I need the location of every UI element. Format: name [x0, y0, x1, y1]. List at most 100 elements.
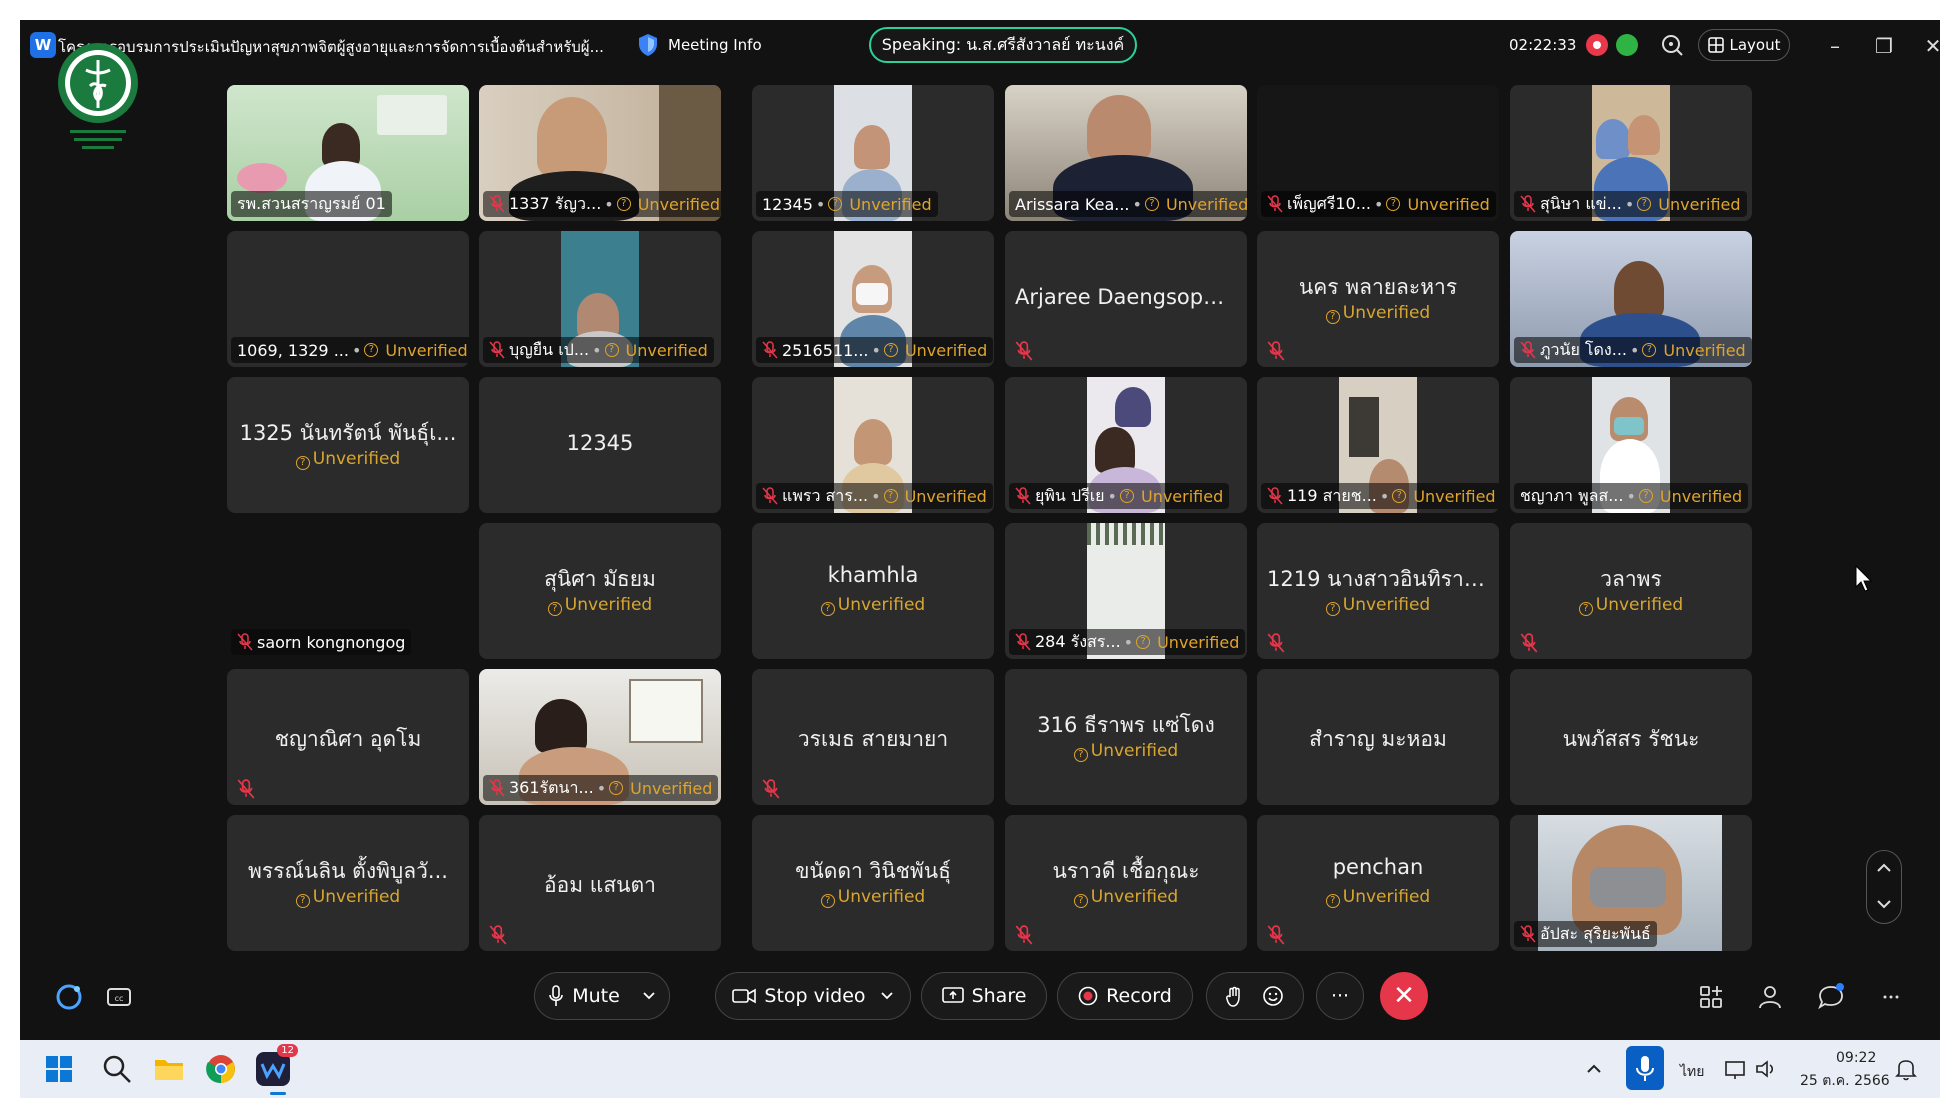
input-language[interactable]: ไทย — [1680, 1061, 1704, 1083]
participant-name-bar: 1069, 1329 ... •? Unverified — [231, 337, 469, 363]
participant-tile[interactable]: ชญาณิศา อุดโม — [227, 669, 469, 805]
leave-meeting-button[interactable]: ✕ — [1380, 972, 1428, 1020]
participant-name: Arissara Kea... — [1015, 194, 1130, 214]
apps-icon[interactable] — [1696, 982, 1726, 1012]
chat-icon[interactable] — [1816, 982, 1846, 1012]
participant-name: สุนิศา มัธยม — [544, 567, 656, 591]
participant-tile[interactable]: สำราญ มะหอม — [1257, 669, 1499, 805]
unverified-label: Unverified — [385, 340, 468, 360]
participant-tile[interactable]: ชญาภา พูลส... •? Unverified — [1510, 377, 1752, 513]
zoom-icon[interactable] — [1660, 33, 1684, 57]
record-button[interactable]: Record — [1057, 972, 1193, 1020]
layout-button[interactable]: Layout — [1698, 29, 1790, 61]
participant-tile[interactable]: 12345 — [479, 377, 721, 513]
recording-icon[interactable] — [1586, 34, 1608, 56]
participant-tile[interactable]: นราวดี เชื้อกุณะ ? Unverified — [1005, 815, 1247, 951]
close-icon[interactable]: ✕ — [1919, 32, 1940, 60]
participant-tile[interactable]: วรเมธ สายมายา — [752, 669, 994, 805]
participant-tile[interactable]: 361รัตนา... •? Unverified — [479, 669, 721, 805]
participant-name-bar: ยุพิน ปรีเย •? Unverified — [1009, 483, 1230, 509]
webex-assistant-icon[interactable] — [54, 982, 84, 1012]
mute-button[interactable]: Mute — [534, 972, 670, 1020]
participant-tile[interactable]: รพ.สวนสราญรมย์ 01 — [227, 85, 469, 221]
participant-tile[interactable]: 1325 นันทรัตน์ พันธุ์เ... ? Unverified — [227, 377, 469, 513]
participant-name-bar: อัปสะ สุริยะพันธ์ — [1514, 921, 1657, 947]
share-button[interactable]: Share — [921, 972, 1047, 1020]
participant-tile[interactable]: สุนิศา มัธยม ? Unverified — [479, 523, 721, 659]
webex-taskbar-icon[interactable]: 12 — [256, 1044, 298, 1086]
volume-icon[interactable] — [1754, 1052, 1778, 1086]
chrome-icon[interactable] — [204, 1052, 238, 1086]
participant-tile[interactable]: ขนัดดา วินิชพันธุ์ ? Unverified — [752, 815, 994, 951]
restore-icon[interactable]: ❐ — [1870, 32, 1898, 60]
microphone-in-use-icon[interactable] — [1626, 1046, 1664, 1090]
participant-tile[interactable]: 1337 รัญว... •? Unverified — [479, 85, 721, 221]
stop-video-label: Stop video — [764, 985, 866, 1007]
file-explorer-icon[interactable] — [152, 1052, 186, 1086]
webex-logo-icon — [260, 1063, 286, 1080]
shield-icon[interactable] — [638, 33, 658, 57]
network-icon[interactable] — [1724, 1052, 1748, 1086]
closed-captions-icon[interactable]: cc — [104, 982, 134, 1012]
stop-video-button[interactable]: Stop video — [715, 972, 911, 1020]
unverified-icon: ? — [1144, 197, 1159, 211]
participant-tile[interactable]: 316 ธีราพร แซ่โดง ? Unverified — [1005, 669, 1247, 805]
unverified-status: ? Unverified — [1257, 595, 1499, 616]
more-icon[interactable] — [1876, 982, 1906, 1012]
meeting-info-link[interactable]: Meeting Info — [668, 36, 762, 54]
participant-name: khamhla — [827, 563, 919, 587]
unverified-label: Unverified — [1342, 303, 1431, 323]
participant-tile[interactable]: สุนิษา แข่... •? Unverified — [1510, 85, 1752, 221]
unverified-label: Unverified — [904, 340, 988, 360]
reactions-icon[interactable] — [1262, 985, 1284, 1007]
participant-tile[interactable]: พรรณ์นลิน ตั้งพิบูลวั... ? Unverified — [227, 815, 469, 951]
chevron-up-icon[interactable] — [1876, 863, 1892, 873]
mic-muted-icon — [1520, 195, 1536, 213]
participants-icon[interactable] — [1756, 982, 1786, 1012]
participant-tile[interactable]: อัปสะ สุริยะพันธ์ — [1510, 815, 1752, 951]
clock-time[interactable]: 09:22 — [1836, 1050, 1876, 1066]
video-camera-icon — [732, 988, 757, 1004]
participant-tile[interactable]: 2516511... •? Unverified — [752, 231, 994, 367]
participant-tile[interactable]: นคร พลายละหาร ? Unverified — [1257, 231, 1499, 367]
unverified-label: Unverified — [1595, 595, 1684, 615]
participant-tile[interactable]: 284 รังสร... •? Unverified — [1005, 523, 1247, 659]
participant-tile[interactable]: นพภัสสร รัชนะ — [1510, 669, 1752, 805]
chevron-down-icon[interactable] — [642, 991, 656, 1001]
participant-tile[interactable]: khamhla ? Unverified — [752, 523, 994, 659]
unverified-icon: ? — [1325, 602, 1340, 616]
participant-tile[interactable]: 1069, 1329 ... •? Unverified — [227, 231, 469, 367]
participant-tile[interactable]: 119 สายช... •? Unverified — [1257, 377, 1499, 513]
share-label: Share — [971, 985, 1027, 1007]
participant-tile[interactable]: เพ็ญศรี10... •? Unverified — [1257, 85, 1499, 221]
chevron-up-icon[interactable] — [1584, 1052, 1604, 1086]
participant-tile[interactable]: บุญยืน เป... •? Unverified — [479, 231, 721, 367]
unverified-status: ? Unverified — [1510, 595, 1752, 616]
network-health-icon[interactable] — [1616, 34, 1638, 56]
notification-bell-icon[interactable] — [1894, 1052, 1918, 1086]
more-options-button[interactable]: ··· — [1316, 972, 1364, 1020]
participant-tile[interactable]: แพรว สาร... •? Unverified — [752, 377, 994, 513]
unverified-icon: ? — [295, 894, 310, 908]
participant-name: 361รัตนา... — [509, 777, 594, 797]
chevron-down-icon[interactable] — [1876, 899, 1892, 909]
participant-tile[interactable]: 1219 นางสาวอินทิรา ... ? Unverified — [1257, 523, 1499, 659]
chevron-down-icon[interactable] — [880, 991, 894, 1001]
participant-tile[interactable]: Arissara Kea... •? Unverified — [1005, 85, 1247, 221]
participant-tile[interactable]: saorn kongnongog — [227, 523, 469, 659]
raise-hand-icon[interactable] — [1226, 985, 1244, 1007]
participant-tile[interactable]: วลาพร ? Unverified — [1510, 523, 1752, 659]
participant-tile[interactable]: อ้อม แสนตา — [479, 815, 721, 951]
search-icon[interactable] — [100, 1052, 134, 1086]
participant-tile[interactable]: penchan ? Unverified — [1257, 815, 1499, 951]
participant-tile[interactable]: Arjaree Daengsophon — [1005, 231, 1247, 367]
grid-scroll-control[interactable] — [1866, 850, 1902, 924]
mic-muted-icon — [489, 195, 505, 213]
clock-date[interactable]: 25 ต.ค. 2566 — [1800, 1070, 1890, 1092]
participant-tile[interactable]: ภูวนัย โดง... •? Unverified — [1510, 231, 1752, 367]
windows-start-icon[interactable] — [42, 1052, 76, 1086]
minimize-icon[interactable]: – — [1821, 32, 1849, 60]
participant-name-bar: รพ.สวนสราญรมย์ 01 — [231, 191, 392, 217]
participant-tile[interactable]: 12345 •? Unverified — [752, 85, 994, 221]
participant-tile[interactable]: ยุพิน ปรีเย •? Unverified — [1005, 377, 1247, 513]
